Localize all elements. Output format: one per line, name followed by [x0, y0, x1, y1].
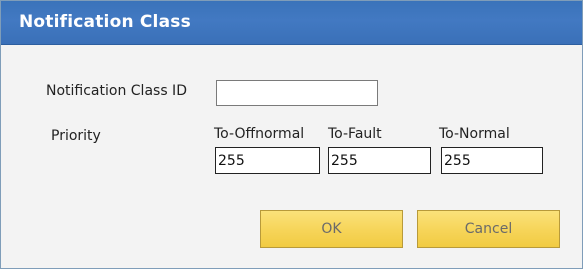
to-fault-label: To-Fault: [328, 126, 382, 142]
to-fault-priority-input[interactable]: [328, 147, 431, 174]
title-bar[interactable]: Notification Class: [1, 1, 582, 45]
notification-class-id-input[interactable]: [216, 80, 378, 106]
to-normal-label: To-Normal: [439, 126, 510, 142]
to-normal-priority-input[interactable]: [441, 147, 543, 174]
ok-button[interactable]: OK: [260, 210, 403, 248]
priority-label: Priority: [51, 128, 101, 144]
dialog-title: Notification Class: [19, 12, 191, 32]
to-offnormal-label: To-Offnormal: [214, 126, 305, 142]
notification-class-id-label: Notification Class ID: [46, 83, 187, 99]
to-offnormal-priority-input[interactable]: [215, 147, 320, 174]
cancel-button[interactable]: Cancel: [417, 210, 560, 248]
dialog-body: Notification Class ID Priority To-Offnor…: [1, 45, 582, 268]
notification-class-dialog: Notification Class Notification Class ID…: [0, 0, 583, 269]
